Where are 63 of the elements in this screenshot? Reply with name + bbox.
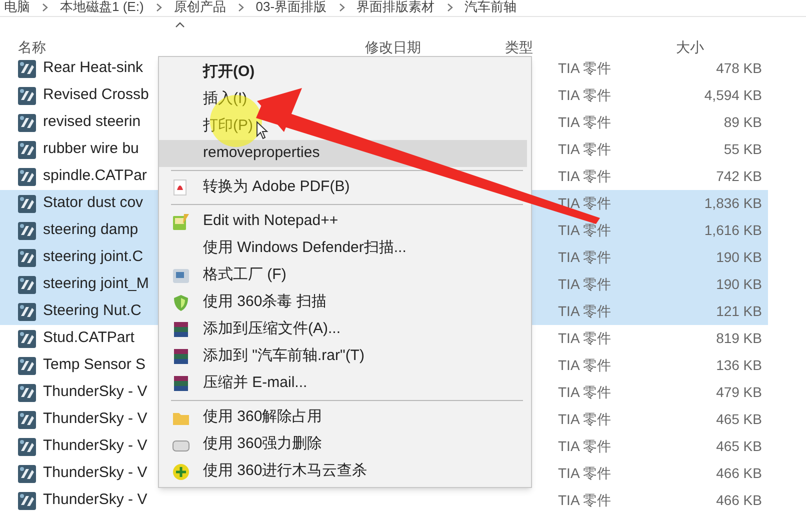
menu-item-label: 使用 Windows Defender扫描... [203, 238, 406, 258]
menu-item-label: 格式工厂 (F) [203, 265, 286, 286]
file-size: 190 KB [716, 275, 762, 294]
file-type: TIA 零件 [558, 140, 612, 159]
file-name: Rear Heat-sink [43, 58, 144, 78]
menu-item-label: 使用 360解除占用 [203, 407, 322, 428]
file-name: revised steerin [43, 112, 142, 132]
file-size: 479 KB [716, 383, 762, 402]
file-type: TIA 零件 [558, 383, 612, 402]
file-size: 89 KB [724, 113, 762, 132]
file-type: TIA 零件 [558, 275, 612, 294]
file-size: 136 KB [716, 356, 762, 375]
menu-item-label: Edit with Notepad++ [203, 211, 338, 232]
file-name: Steering Nut.C [43, 301, 142, 322]
file-type: TIA 零件 [558, 491, 612, 510]
file-size: 465 KB [716, 410, 762, 429]
file-size: 465 KB [716, 437, 762, 456]
menu-item-label: 使用 360杀毒 扫描 [203, 292, 326, 312]
file-name: ThunderSky - V [43, 382, 148, 402]
file-type: TIA 零件 [558, 113, 612, 132]
file-type: TIA 零件 [558, 248, 612, 267]
file-name: steering damp [43, 220, 140, 240]
file-size: 1,836 KB [704, 194, 762, 213]
menu-item-label: 压缩并 E-mail... [203, 373, 308, 394]
menu-item-label: removeproperties [203, 143, 320, 164]
file-name: spindle.CATPar [43, 166, 148, 186]
menu-item-label: 添加到压缩文件(A)... [203, 319, 340, 340]
file-type: TIA 零件 [558, 86, 612, 105]
file-type: TIA 零件 [558, 464, 612, 483]
menu-item-label: 使用 360强力删除 [203, 434, 322, 454]
file-name: Stud.CATPart [43, 328, 136, 348]
file-size: 4,594 KB [704, 86, 762, 105]
file-type: TIA 零件 [558, 167, 612, 186]
file-name: rubber wire bu [43, 139, 140, 160]
menu-item-label: 转换为 Adobe PDF(B) [203, 177, 350, 198]
file-name: ThunderSky - V [43, 463, 148, 484]
file-type: TIA 零件 [558, 410, 612, 429]
file-name: ThunderSky - V [43, 409, 148, 430]
file-size: 466 KB [716, 464, 762, 483]
file-type: TIA 零件 [558, 221, 612, 240]
file-name: steering joint.C [43, 247, 144, 268]
menu-item-label: 使用 360进行木马云查杀 [203, 461, 368, 482]
menu-item-label: 打开(O) [203, 62, 255, 82]
file-size: 742 KB [716, 167, 762, 186]
file-size: 190 KB [716, 248, 762, 267]
file-name: ThunderSky - V [43, 436, 148, 456]
file-type: TIA 零件 [558, 302, 612, 321]
file-type: TIA 零件 [558, 59, 612, 78]
file-size: 1,616 KB [704, 221, 762, 240]
file-name: Revised Crossb [43, 85, 150, 106]
file-name: steering joint_M [43, 274, 150, 294]
menu-item-label: 添加到 "汽车前轴.rar"(T) [203, 346, 364, 366]
file-size: 121 KB [716, 302, 762, 321]
file-size: 819 KB [716, 329, 762, 348]
file-size: 478 KB [716, 59, 762, 78]
file-name: Temp Sensor S [43, 355, 147, 376]
file-size: 55 KB [724, 140, 762, 159]
file-type: TIA 零件 [558, 437, 612, 456]
file-size: 466 KB [716, 491, 762, 510]
file-type: TIA 零件 [558, 356, 612, 375]
file-type: TIA 零件 [558, 329, 612, 348]
file-name: ThunderSky - V [43, 490, 148, 510]
file-name: Stator dust cov [43, 193, 144, 214]
